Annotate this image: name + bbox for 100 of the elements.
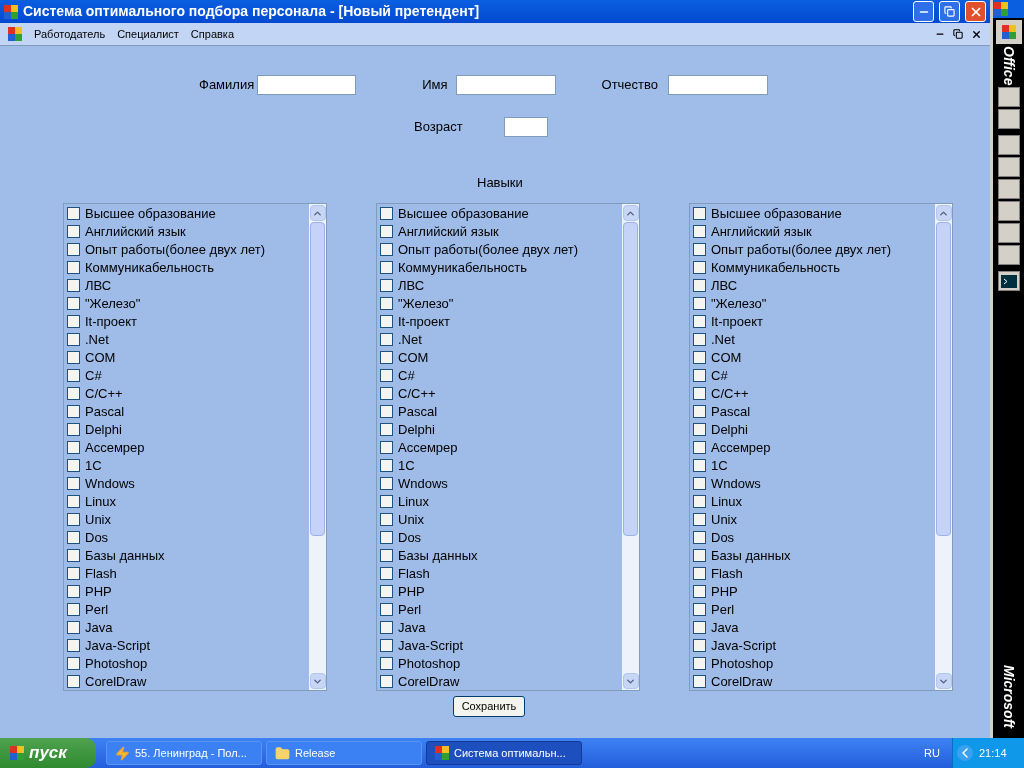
scroll-down-button[interactable] <box>935 673 952 689</box>
checkbox[interactable] <box>693 351 706 365</box>
text-field[interactable] <box>455 75 556 95</box>
checkbox[interactable] <box>380 459 393 473</box>
checkbox[interactable] <box>693 530 706 544</box>
checkbox[interactable] <box>380 512 393 526</box>
checkbox[interactable] <box>380 674 393 688</box>
checkbox[interactable] <box>380 441 393 455</box>
toolbar-button[interactable] <box>997 201 1020 222</box>
checkbox[interactable] <box>380 333 393 347</box>
checkbox[interactable] <box>67 387 80 401</box>
checkbox[interactable] <box>380 225 393 239</box>
taskbar-task[interactable]: Release <box>266 741 422 765</box>
checkbox[interactable] <box>67 530 80 544</box>
taskbar-task[interactable]: Система оптимальн... <box>426 741 582 765</box>
checkbox[interactable] <box>693 369 706 383</box>
checkbox[interactable] <box>67 656 80 670</box>
checkbox[interactable] <box>380 351 393 365</box>
checkbox[interactable] <box>693 387 706 401</box>
office-button[interactable] <box>995 20 1022 44</box>
checkbox[interactable] <box>693 566 706 580</box>
checkbox[interactable] <box>693 261 706 275</box>
scroll-thumb[interactable] <box>623 222 638 536</box>
text-field[interactable] <box>668 75 769 95</box>
checkbox[interactable] <box>380 477 393 490</box>
checkbox[interactable] <box>67 602 80 616</box>
chevron-left-icon[interactable] <box>957 745 973 761</box>
checkbox[interactable] <box>693 315 706 329</box>
toolbar-button[interactable] <box>997 179 1020 200</box>
checkbox[interactable] <box>67 315 80 329</box>
checkbox[interactable] <box>67 333 80 347</box>
command-prompt-button[interactable] <box>997 271 1020 292</box>
checkbox[interactable] <box>693 459 706 473</box>
toolbar-button[interactable] <box>997 245 1020 266</box>
close-icon[interactable] <box>971 28 982 40</box>
checkbox[interactable] <box>67 423 80 437</box>
checkbox[interactable] <box>67 405 80 419</box>
scroll-thumb[interactable] <box>310 222 325 536</box>
checkbox[interactable] <box>380 584 393 598</box>
menu-item[interactable]: Справка <box>184 25 240 43</box>
scroll-up-button[interactable] <box>935 205 952 221</box>
checkbox[interactable] <box>693 441 706 455</box>
toolbar-button[interactable] <box>997 157 1020 178</box>
checkbox[interactable] <box>380 566 393 580</box>
toolbar-button[interactable] <box>997 109 1020 130</box>
checkbox[interactable] <box>67 279 80 293</box>
checkbox[interactable] <box>380 602 393 616</box>
checkbox[interactable] <box>67 584 80 598</box>
checkbox[interactable] <box>693 602 706 616</box>
checkbox[interactable] <box>380 297 393 311</box>
menu-item[interactable]: Специалист <box>111 25 185 43</box>
restore-button[interactable] <box>939 1 960 22</box>
checkbox[interactable] <box>380 495 393 508</box>
checkbox[interactable] <box>693 584 706 598</box>
checkbox[interactable] <box>67 638 80 652</box>
checkbox[interactable] <box>693 638 706 652</box>
checkbox[interactable] <box>67 674 80 688</box>
text-field[interactable] <box>504 117 548 137</box>
checkbox[interactable] <box>380 638 393 652</box>
checkbox[interactable] <box>693 225 706 239</box>
checkbox[interactable] <box>67 566 80 580</box>
checkbox[interactable] <box>380 279 393 293</box>
checkbox[interactable] <box>693 207 706 221</box>
restore-icon[interactable] <box>953 29 963 39</box>
scroll-up-button[interactable] <box>622 205 639 221</box>
checkbox[interactable] <box>380 261 393 275</box>
checkbox[interactable] <box>67 243 80 257</box>
checkbox[interactable] <box>693 495 706 508</box>
checkbox[interactable] <box>380 530 393 544</box>
toolbar-button[interactable] <box>997 87 1020 108</box>
checkbox[interactable] <box>380 548 393 562</box>
checkbox[interactable] <box>693 620 706 634</box>
checkbox[interactable] <box>693 656 706 670</box>
checkbox[interactable] <box>67 297 80 311</box>
scroll-up-button[interactable] <box>309 205 326 221</box>
checkbox[interactable] <box>67 512 80 526</box>
checkbox[interactable] <box>380 315 393 329</box>
checkbox[interactable] <box>693 297 706 311</box>
menu-item[interactable]: Работодатель <box>28 25 112 43</box>
checkbox[interactable] <box>67 477 80 490</box>
scroll-down-button[interactable] <box>622 673 639 689</box>
minimize-button[interactable] <box>913 1 934 22</box>
text-field[interactable] <box>257 75 357 95</box>
checkbox[interactable] <box>380 405 393 419</box>
checkbox[interactable] <box>380 423 393 437</box>
checkbox[interactable] <box>67 261 80 275</box>
scroll-thumb[interactable] <box>936 222 951 536</box>
toolbar-button[interactable] <box>997 135 1020 156</box>
checkbox[interactable] <box>67 620 80 634</box>
checkbox[interactable] <box>380 369 393 383</box>
taskbar-task[interactable]: 55. Ленинград - Пол... <box>106 741 262 765</box>
checkbox[interactable] <box>67 548 80 562</box>
checkbox[interactable] <box>67 207 80 221</box>
checkbox[interactable] <box>693 243 706 257</box>
toolbar-button[interactable] <box>997 223 1020 244</box>
checkbox[interactable] <box>67 441 80 455</box>
checkbox[interactable] <box>693 548 706 562</box>
scrollbar[interactable] <box>309 204 326 690</box>
language-indicator[interactable]: RU <box>924 744 940 762</box>
close-button[interactable] <box>965 1 986 22</box>
